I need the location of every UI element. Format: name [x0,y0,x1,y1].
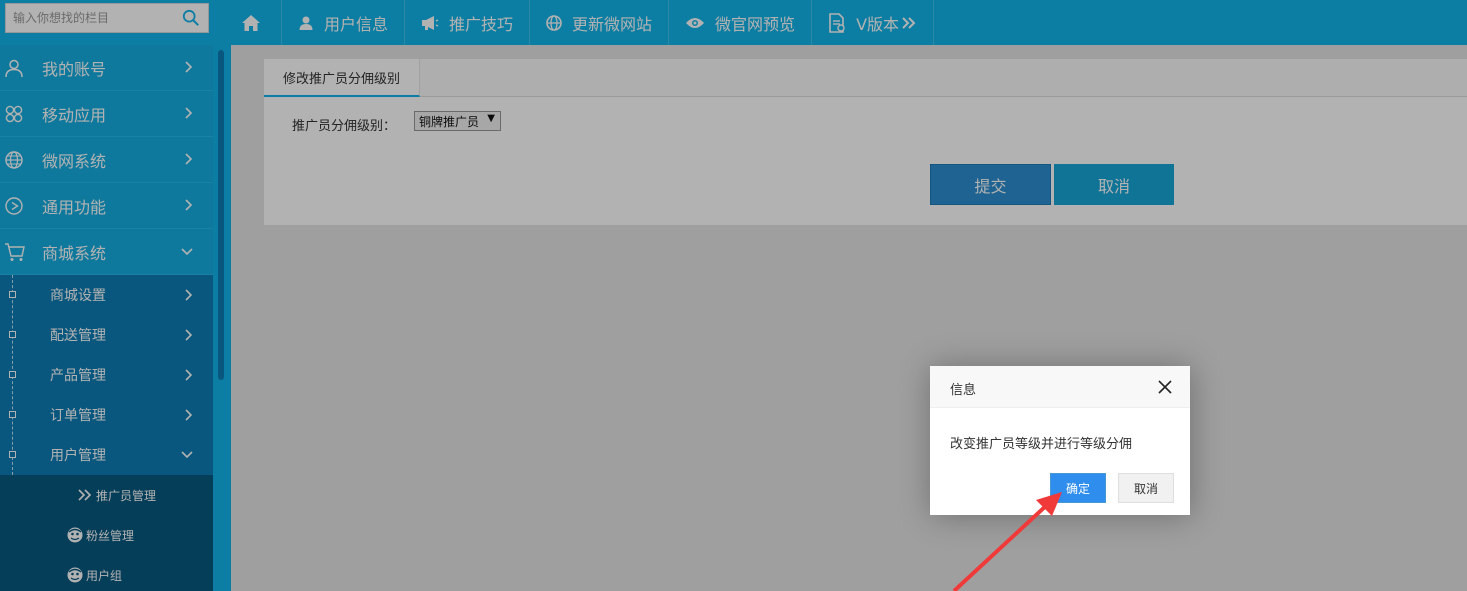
dialog-header: 信息 [930,366,1190,408]
pointer-arrow-annotation [952,492,1062,591]
dialog-message: 改变推广员等级并进行等级分佣 [950,437,1133,452]
dialog-title: 信息 [950,383,977,398]
dialog-cancel-button[interactable]: 取消 [1118,473,1174,503]
modal-overlay [0,0,1467,591]
close-icon[interactable] [1158,380,1172,394]
